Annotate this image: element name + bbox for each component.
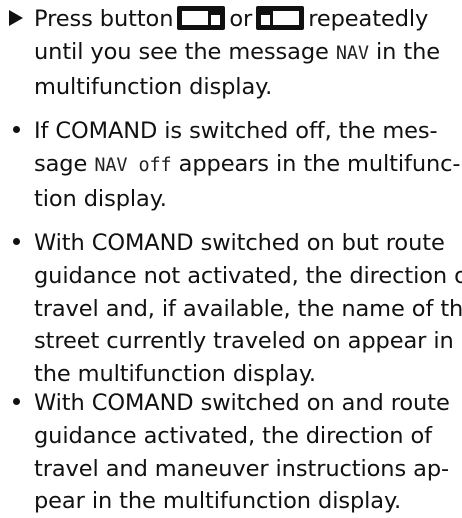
- instruction-text-before: Press button: [34, 6, 174, 32]
- bullet-item-comand-off: If COMAND is switched off, the mes- sage…: [12, 115, 462, 215]
- instruction-line-2-text: until you see the message: [34, 38, 329, 65]
- manual-page: Press button or repeatedly until you see t…: [0, 0, 462, 518]
- bullet-3-line-4: pear in the multifunction display.: [34, 488, 402, 515]
- display-message-nav: NAV: [335, 42, 369, 64]
- bullet-dot-icon: [4, 115, 28, 148]
- triangle-bullet-icon: [4, 3, 28, 36]
- bullet-2-line-1: With COMAND switched on but route: [34, 230, 445, 256]
- bullet-item-guidance-active: With COMAND switched on and route guidan…: [12, 387, 462, 518]
- display-back-button-icon: [177, 6, 226, 30]
- bullet-2-line-3: travel and, if available, the name of th…: [34, 295, 462, 322]
- bullet-2-line-4: street currently traveled on appear in: [34, 328, 454, 355]
- display-forward-button-icon: [256, 6, 305, 30]
- instruction-line-1: Press button or repeatedly: [34, 3, 462, 36]
- bullet-dot-icon: [4, 227, 28, 260]
- instruction-text-middle: or: [229, 6, 253, 32]
- bullet-1-line-2: sage NAV off appears in the multifunc-: [34, 148, 462, 183]
- bullet-2-line-2: guidance not activated, the direction of: [34, 262, 462, 289]
- bullet-item-no-guidance: With COMAND switched on but route guidan…: [12, 227, 462, 391]
- bullet-1-line-1: If COMAND is switched off, the mes-: [34, 118, 438, 144]
- bullet-1-line-2-text: sage: [34, 150, 88, 177]
- instruction-step: Press button or repeatedly until you see t…: [9, 3, 462, 103]
- instruction-line-3: multifunction display.: [34, 73, 273, 100]
- instruction-line-2: until you see the message NAV in the: [34, 36, 462, 71]
- bullet-1-line-3: tion display.: [34, 185, 167, 212]
- instruction-text-after: repeatedly: [308, 6, 429, 32]
- display-message-nav-off: NAV off: [94, 154, 172, 176]
- bullet-1-line-2-end: appears in the multifunc-: [178, 150, 461, 177]
- bullet-3-line-2: guidance activated, the direction of: [34, 422, 432, 449]
- bullet-dot-icon: [4, 387, 28, 420]
- instruction-line-2-end: in the: [376, 38, 440, 65]
- bullet-3-line-1: With COMAND switched on and route: [34, 390, 450, 416]
- bullet-3-line-3: travel and maneuver instructions ap-: [34, 455, 450, 482]
